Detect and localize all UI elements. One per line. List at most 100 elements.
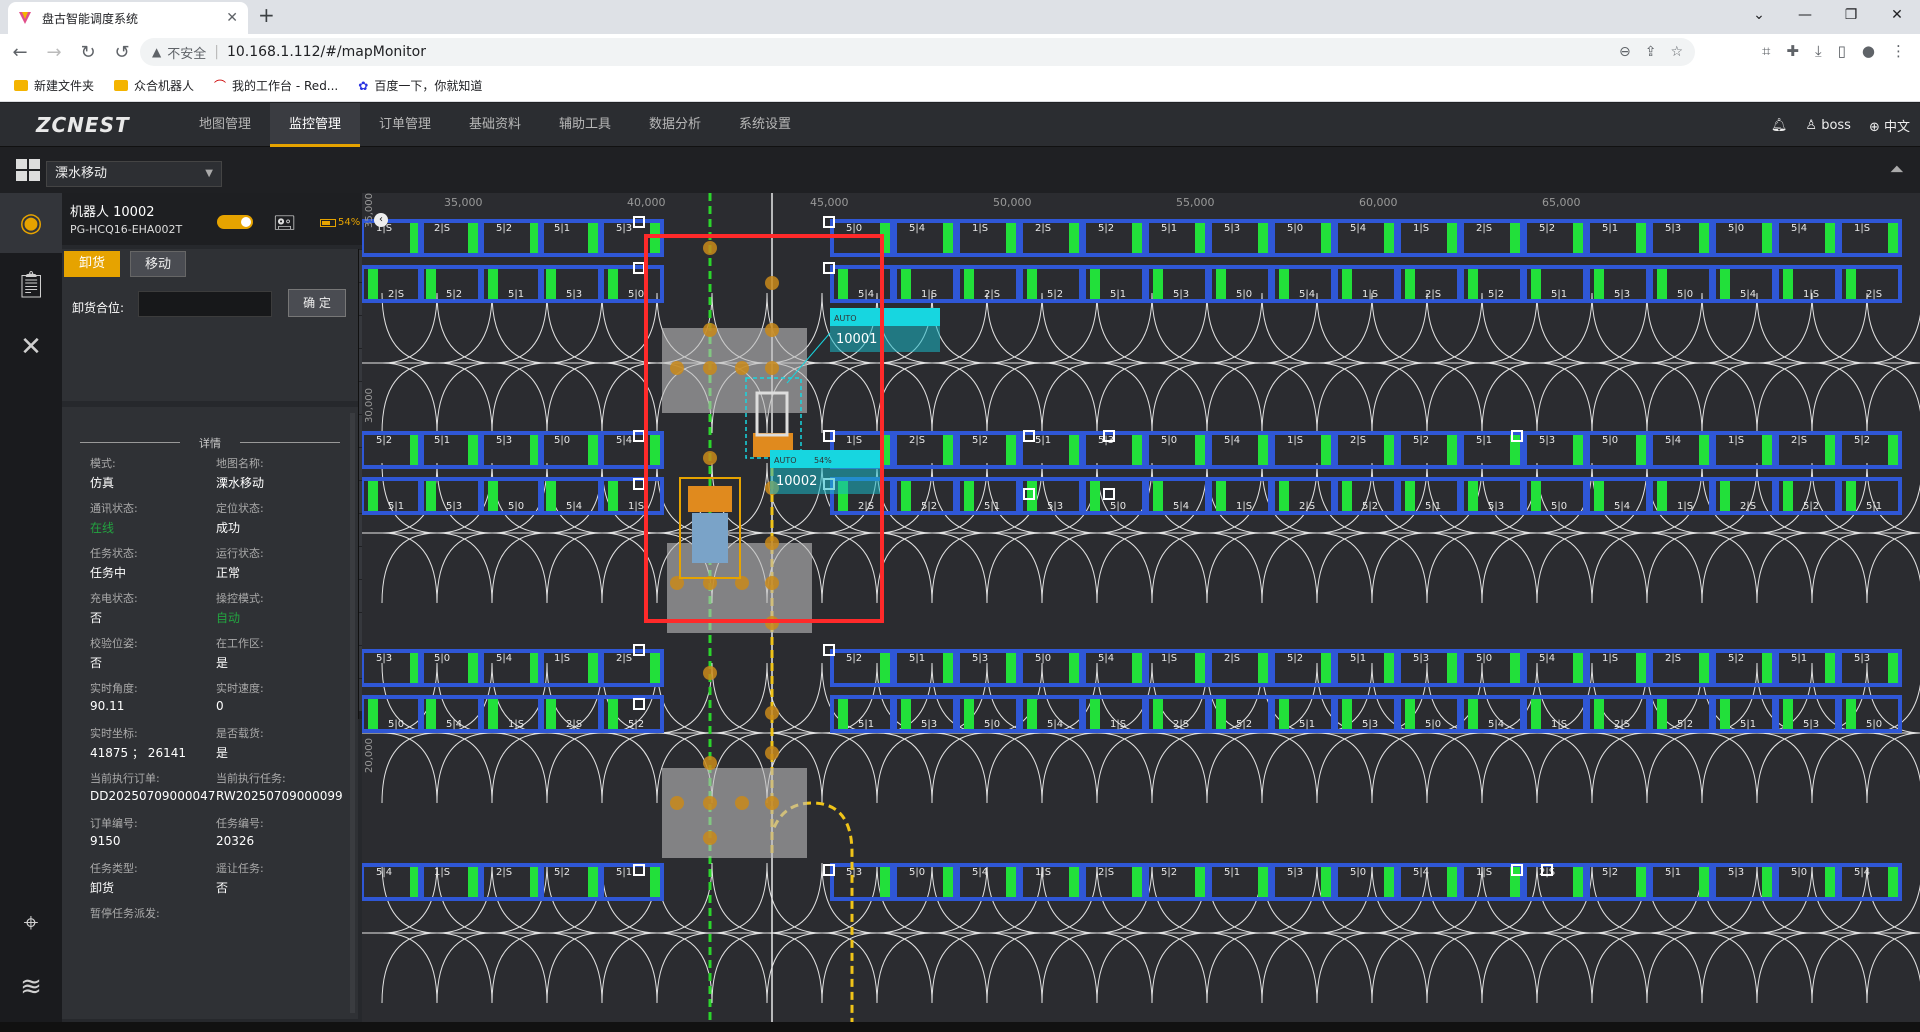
bookmark-link[interactable]: ✿ 百度一下，你就知道	[358, 77, 482, 94]
bell-icon[interactable]: 🔔︎	[1771, 118, 1788, 133]
turn-curve	[1591, 932, 1648, 1004]
slot-label: 5|2	[1161, 867, 1177, 878]
detail-key: 地图名称:	[216, 457, 264, 470]
unload-slot-label: 卸货合位:	[72, 301, 125, 315]
menu-icon[interactable]: ⋮	[1891, 42, 1906, 60]
profile-icon[interactable]: ●	[1862, 42, 1875, 60]
robot-monitor-icon[interactable]: ◉	[0, 193, 62, 253]
turn-curve	[1866, 932, 1920, 1004]
move-tab-button[interactable]: 移动	[130, 251, 186, 277]
slot-indicator	[1510, 653, 1520, 683]
nav-data-analysis[interactable]: 数据分析	[630, 103, 720, 147]
slot-indicator	[546, 269, 556, 299]
turn-curve	[1316, 732, 1373, 804]
dashboard-icon[interactable]	[16, 159, 40, 181]
collapse-icon[interactable]: ⏶	[1890, 159, 1904, 180]
bookmark-link[interactable]: ⌒ 我的工作台 - Red...	[214, 77, 338, 94]
slot-label: 5|1	[1740, 719, 1756, 730]
bookmark-folder[interactable]: 众合机器人	[114, 77, 194, 94]
minimize-icon[interactable]: —	[1782, 0, 1828, 30]
tools-icon[interactable]: ✕	[0, 317, 62, 377]
unload-slot-input[interactable]	[138, 291, 272, 317]
turn-curve	[876, 532, 933, 604]
sidepanel-icon[interactable]: ▯	[1838, 42, 1846, 60]
nav-map-management[interactable]: 地图管理	[180, 103, 270, 147]
turn-curve	[931, 532, 988, 604]
slot-label: 1|S	[846, 435, 862, 446]
new-tab-icon[interactable]: +	[258, 3, 275, 27]
slot-indicator	[1321, 867, 1331, 897]
share-icon[interactable]: ⇪	[1645, 44, 1657, 60]
close-panel-icon[interactable]: ‹	[374, 213, 388, 227]
slot-indicator	[1825, 435, 1835, 465]
chevron-down-icon: ▼	[205, 168, 213, 179]
close-window-icon[interactable]: ✕	[1874, 0, 1920, 30]
slot-label: 5|4	[1854, 867, 1870, 878]
slot-label: 2|S	[1740, 501, 1756, 512]
slot-label: 5|4	[1224, 435, 1240, 446]
turn-curve	[436, 532, 493, 604]
detail-key: 通讯状态:	[90, 502, 138, 515]
turn-curve	[1646, 292, 1703, 364]
turn-curve	[1261, 932, 1318, 1004]
robot-details: 详情 模式: 仿真 地图名称: 溧水移动 通讯状态: 在线 定位状态: 成功 任务状态: 任务中 运…	[62, 407, 358, 1019]
turn-curve	[821, 932, 878, 1004]
turn-curve	[1261, 292, 1318, 364]
back-icon[interactable]: ←	[6, 42, 34, 63]
reload-icon[interactable]: ↻	[74, 42, 102, 63]
user-menu[interactable]: ♙ boss	[1805, 118, 1851, 133]
turn-curve	[1591, 292, 1648, 364]
undo-icon[interactable]: ↺	[108, 42, 136, 63]
slot-indicator	[1846, 269, 1856, 299]
turn-curve	[1371, 292, 1428, 364]
bookmark-folder[interactable]: 新建文件夹	[14, 77, 94, 94]
slot-indicator	[901, 269, 911, 299]
locate-icon[interactable]: ⌖	[0, 893, 62, 953]
turn-curve	[1646, 932, 1703, 1004]
download-icon[interactable]: ⤓	[1815, 42, 1822, 60]
confirm-button[interactable]: 确 定	[288, 289, 346, 317]
details-scrollbar[interactable]	[350, 413, 355, 1013]
clipboard-icon[interactable]: 📋︎	[0, 255, 62, 315]
turn-curve	[1811, 362, 1868, 434]
browser-tab[interactable]: 盘古智能调度系统 ✕	[8, 2, 248, 34]
map-select[interactable]: 溧水移动 ▼	[46, 161, 222, 187]
slot-label: 5|1	[1035, 435, 1051, 446]
nav-base-data[interactable]: 基础资料	[450, 103, 540, 147]
turn-curve	[601, 362, 658, 434]
slot-indicator	[1468, 269, 1478, 299]
robot-enable-toggle[interactable]	[217, 215, 253, 229]
nav-monitor-management[interactable]: 监控管理	[270, 103, 360, 147]
turn-curve	[931, 932, 988, 1004]
detail-value: 在线	[90, 521, 115, 535]
slot-label: 5|2	[1854, 435, 1870, 446]
star-icon[interactable]: ☆	[1670, 44, 1683, 60]
warehouse-map[interactable]: 1|S 2|S 5|2 5|1 5|3 5|0 5|4 1|S 2|S 5|2 5|1 5|3 5|0 5…	[362, 193, 1920, 1022]
zoom-icon[interactable]: ⊖	[1619, 44, 1631, 60]
slot-label: 5|3	[1488, 501, 1504, 512]
path-node	[670, 361, 684, 375]
slot-label: 2|S	[1098, 867, 1114, 878]
unload-tab-button[interactable]: 卸货	[64, 251, 120, 277]
close-tab-icon[interactable]: ✕	[226, 10, 238, 26]
turn-curve	[381, 362, 438, 434]
turn-curve	[601, 732, 658, 804]
slot-label: 5|4	[1047, 719, 1063, 730]
nav-order-management[interactable]: 订单管理	[360, 103, 450, 147]
nav-system-settings[interactable]: 系统设置	[720, 103, 810, 147]
crop-icon[interactable]: ⌗	[1762, 42, 1770, 60]
turn-curve	[436, 292, 493, 364]
language-switch[interactable]: ⊕ 中文	[1869, 116, 1910, 135]
restore-icon[interactable]: ❐	[1828, 0, 1874, 30]
extensions-icon[interactable]: ✚	[1786, 42, 1799, 60]
map-canvas[interactable]: 1|S 2|S 5|2 5|1 5|3 5|0 5|4 1|S 2|S 5|2 5|1 5|3 5|0 5…	[362, 193, 1920, 1022]
layers-icon[interactable]: ≋	[0, 957, 62, 1017]
forward-icon[interactable]: →	[40, 42, 68, 63]
detail-field: 是否载货: 是	[216, 725, 350, 762]
turn-curve	[1096, 532, 1153, 604]
address-bar[interactable]: ▲ 不安全 | 10.168.1.112/#/mapMonitor ⊖ ⇪ ☆	[140, 38, 1695, 66]
nav-aux-tools[interactable]: 辅助工具	[540, 103, 630, 147]
chevron-down-icon[interactable]: ⌄	[1736, 0, 1782, 30]
slot-label: 5|3	[1665, 223, 1681, 234]
turn-curve	[1426, 932, 1483, 1004]
